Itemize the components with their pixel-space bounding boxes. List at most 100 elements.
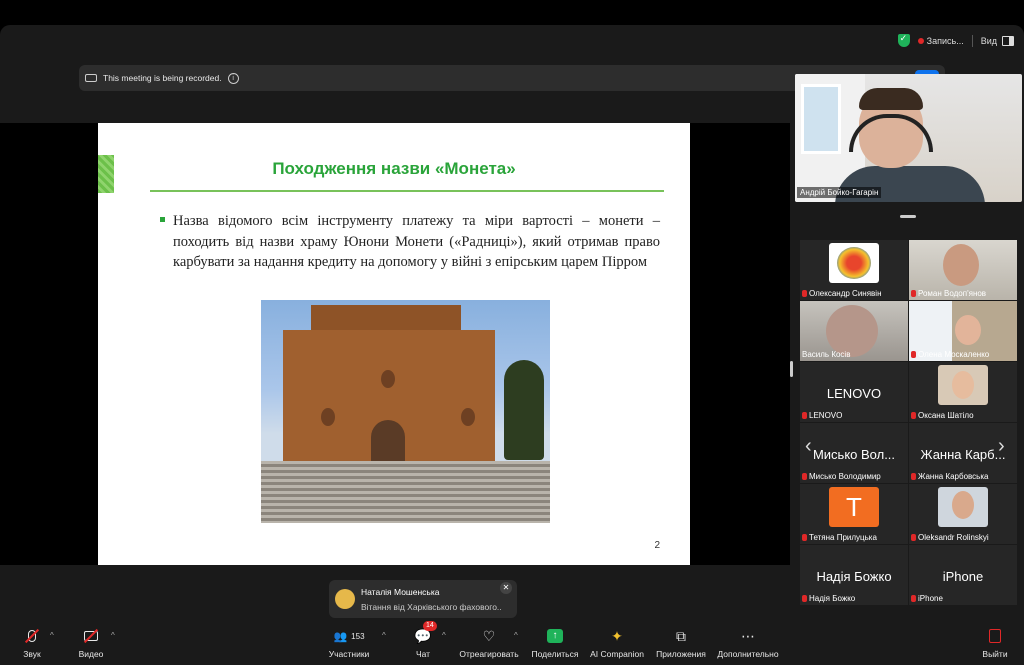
top-bar: Запись... Вид	[0, 25, 1024, 61]
participant-name: Олександр Синявін	[809, 289, 882, 298]
participant-name: Жанна Карбовська	[918, 472, 989, 481]
video-options-chevron-icon[interactable]: ^	[111, 631, 115, 640]
participants-options-chevron-icon[interactable]: ^	[382, 631, 386, 640]
participants-count: 153	[351, 631, 365, 641]
mic-muted-icon	[911, 534, 916, 541]
participant-tile[interactable]: iPhone iPhone	[909, 545, 1017, 605]
participants-button[interactable]: 👥 153 Участники	[317, 627, 381, 660]
presentation-slide: Походження назви «Монета» Назва відомого…	[98, 123, 690, 565]
participant-tile[interactable]: Олександр Синявін	[800, 240, 908, 300]
audio-button[interactable]: Звук	[0, 627, 64, 659]
participant-label: Роман Водоп'янов	[911, 289, 986, 298]
more-button[interactable]: ⋯ Дополнительно	[716, 627, 780, 660]
more-dots-icon: ⋯	[741, 627, 755, 644]
chevron-left-icon[interactable]: ‹	[805, 435, 812, 458]
participant-tile[interactable]: Оксана Шатіло	[909, 362, 1017, 422]
participant-name: Василь Косів	[802, 350, 851, 359]
slide-page-number: 2	[654, 540, 660, 551]
share-screen-icon: ↑	[545, 627, 565, 645]
participant-label: Олена Москаленко	[911, 350, 989, 359]
zoom-window: Запись... Вид This meeting is being reco…	[0, 25, 1024, 665]
participant-big-name: Мисько Вол...	[812, 447, 896, 462]
photo-window	[321, 408, 335, 426]
participant-photo-avatar	[938, 365, 988, 405]
chat-icon: 💬 14	[413, 621, 437, 645]
mic-muted-icon	[911, 412, 916, 419]
participant-label: Тетяна Прилуцька	[802, 533, 877, 542]
recording-indicator[interactable]: Запись...	[917, 36, 964, 46]
view-button[interactable]: Вид	[980, 35, 1014, 46]
participant-face	[952, 491, 974, 519]
slide-bullet-text: Назва відомого всім інструменту платежу …	[173, 213, 660, 270]
participant-tile[interactable]: Мисько Вол... Мисько Володимир	[800, 423, 908, 483]
camera-off-icon	[81, 627, 101, 645]
photo-window	[461, 408, 475, 426]
more-label: Дополнительно	[717, 649, 779, 659]
participant-tile[interactable]: Надія Божко Надія Божко	[800, 545, 908, 605]
speaker-name: Андрій Бойко-Гагарін	[797, 187, 882, 198]
participant-initial-avatar: T	[829, 487, 879, 527]
ai-companion-label: AI Companion	[590, 649, 644, 659]
chat-unread-badge: 14	[423, 621, 437, 631]
participant-label: Мисько Володимир	[802, 472, 881, 481]
participant-name: iPhone	[918, 594, 943, 603]
security-shield-icon[interactable]	[897, 33, 910, 47]
chevron-right-icon[interactable]: ›	[998, 435, 1005, 458]
participant-tile[interactable]: LENOVO LENOVO	[800, 362, 908, 422]
chat-options-chevron-icon[interactable]: ^	[442, 631, 446, 640]
mic-muted-icon	[802, 290, 807, 297]
participant-label: Василь Косів	[802, 350, 850, 359]
meeting-toolbar: Звук ^ Видео ^ 👥 153 Участники ^ 💬 14 Чат …	[0, 621, 1024, 665]
logo-emblem-icon	[837, 247, 871, 279]
apps-label: Приложения	[656, 649, 706, 659]
audio-label: Звук	[23, 649, 41, 659]
sender-avatar	[335, 589, 355, 609]
participant-tile[interactable]: T Тетяна Прилуцька	[800, 484, 908, 544]
participant-name: Тетяна Прилуцька	[809, 533, 877, 542]
participant-face	[952, 371, 974, 399]
participant-face	[955, 315, 981, 345]
chat-message-preview: Вітання від Харківського фахового...	[361, 602, 501, 612]
record-dot-icon	[917, 37, 924, 44]
share-label: Поделиться	[531, 649, 579, 659]
participant-label: Надія Божко	[802, 594, 855, 603]
participant-tile[interactable]: Роман Водоп'янов	[909, 240, 1017, 300]
bullet-marker-icon	[160, 217, 165, 222]
share-button[interactable]: ↑ Поделиться	[523, 627, 587, 659]
participant-photo-avatar	[938, 487, 988, 527]
participant-tile[interactable]: Oleksandr Rolinskyi	[909, 484, 1017, 544]
apps-icon: ⧉	[676, 627, 686, 644]
split-resize-handle[interactable]	[790, 361, 793, 377]
participant-label: Oleksandr Rolinskyi	[911, 533, 989, 542]
view-label: Вид	[980, 35, 997, 46]
participant-big-name: LENOVO	[826, 386, 882, 401]
slide-bullet: Назва відомого всім інструменту платежу …	[160, 211, 660, 273]
audio-options-chevron-icon[interactable]: ^	[50, 631, 54, 640]
react-options-chevron-icon[interactable]: ^	[514, 631, 518, 640]
exit-icon	[985, 627, 1005, 645]
slide-title-rule	[150, 190, 664, 192]
apps-button[interactable]: ⧉ Приложения	[649, 627, 713, 660]
close-icon[interactable]: ✕	[500, 582, 512, 594]
recording-icon	[85, 74, 97, 82]
info-icon[interactable]: i	[227, 72, 239, 84]
participant-tile[interactable]: Олена Москаленко	[909, 301, 1017, 361]
ai-companion-button[interactable]: ✦ AI Companion	[585, 627, 649, 660]
church-photo	[261, 300, 550, 523]
speaker-video-tile[interactable]: Андрій Бойко-Гагарін	[795, 74, 1022, 202]
participants-label: Участники	[328, 649, 370, 659]
photo-steps	[261, 461, 550, 523]
participants-icon: 👥 153	[333, 630, 365, 643]
leave-button[interactable]: Выйти	[963, 627, 1024, 659]
participant-name: Мисько Володимир	[809, 472, 881, 481]
react-button[interactable]: ♡ Отреагировать	[457, 627, 521, 660]
chat-label: Чат	[415, 649, 431, 659]
video-label: Видео	[78, 649, 104, 659]
participant-tile[interactable]: Василь Косів	[800, 301, 908, 361]
slide-title: Походження назви «Монета»	[272, 159, 516, 178]
mic-muted-icon	[22, 627, 42, 645]
speaker-background-window	[801, 84, 841, 154]
participant-big-name: iPhone	[942, 569, 984, 584]
panel-resize-handle[interactable]	[900, 215, 916, 218]
chat-notification[interactable]: Наталія Мошенська Вітання від Харківсько…	[329, 580, 517, 618]
